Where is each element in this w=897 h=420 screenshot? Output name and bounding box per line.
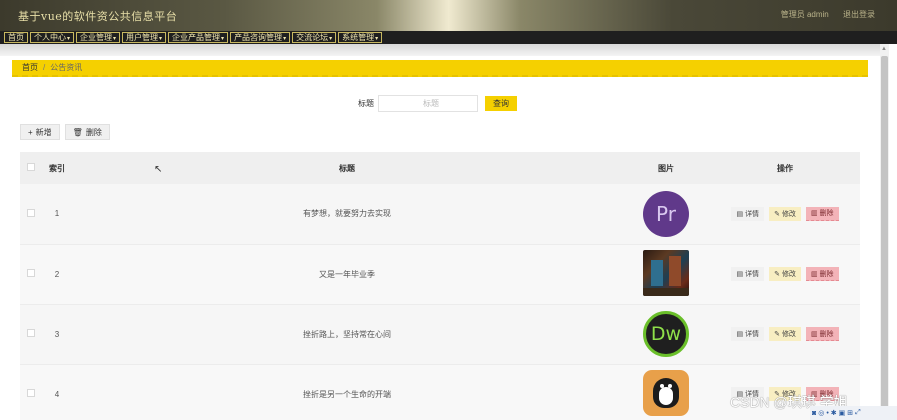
top-nav: 首页 个人中心▾ 企业管理▾ 用户管理▾ 企业产品管理▾ 产品咨询管理▾ 交流论… xyxy=(0,31,897,44)
tray-app-icon[interactable]: ◙ xyxy=(812,410,816,417)
row-index: 2 xyxy=(54,269,60,279)
table-row: 2 又是一年毕业季 ▤ 详情 ✎ 修改 ▥ 删除 xyxy=(20,244,860,304)
detail-button[interactable]: ▤ 详情 xyxy=(731,206,765,221)
doc-icon: ▤ xyxy=(736,331,744,338)
row-checkbox[interactable] xyxy=(27,208,35,217)
search-button[interactable]: 查询 xyxy=(485,96,517,111)
breadcrumb-current: 公告资讯 xyxy=(50,63,83,72)
title-search-input[interactable] xyxy=(378,95,478,112)
detail-button[interactable]: ▤ 详情 xyxy=(731,327,765,341)
action-toolbar: + 新增 🗑 删除 xyxy=(20,124,110,140)
dw-logo-icon: Dw xyxy=(643,311,689,357)
trash-icon: ▥ xyxy=(810,270,818,278)
row-index: 4 xyxy=(54,389,60,399)
site-title: 基于vue的软件资公共信息平台 xyxy=(18,10,178,23)
scrollbar-thumb[interactable] xyxy=(881,56,888,414)
search-row: 标题 查询 xyxy=(0,95,880,113)
edit-button[interactable]: ✎ 修改 xyxy=(769,327,801,341)
row-title: 挫折是另一个生命的开端 xyxy=(303,389,391,399)
chevron-down-icon: ▾ xyxy=(329,36,333,42)
trash-icon: 🗑 xyxy=(72,127,83,137)
pencil-icon: ✎ xyxy=(774,331,780,338)
delete-button[interactable]: ▥ 删除 xyxy=(805,327,839,341)
nav-system-management[interactable]: 系统管理▾ xyxy=(338,32,383,43)
delete-button[interactable]: ▥ 删除 xyxy=(805,267,839,281)
system-tray: ◙ ◎ • ✱ ▣ ⊞ ⤢ xyxy=(810,406,897,420)
row-checkbox[interactable] xyxy=(27,329,35,337)
delete-button[interactable]: ▥ 删除 xyxy=(805,206,839,221)
pencil-icon: ✎ xyxy=(774,271,780,278)
add-button[interactable]: + 新增 xyxy=(20,124,60,140)
batch-delete-button[interactable]: 🗑 删除 xyxy=(64,124,110,140)
chevron-down-icon: ▾ xyxy=(67,36,71,42)
plus-icon: + xyxy=(28,127,33,137)
row-title: 挫折路上，坚持常在心间 xyxy=(303,329,391,339)
header-shadow xyxy=(0,44,880,56)
nav-company-management[interactable]: 企业管理▾ xyxy=(76,32,121,43)
chevron-down-icon: ▾ xyxy=(375,36,379,42)
nav-personal-center[interactable]: 个人中心▾ xyxy=(30,32,75,43)
row-index: 1 xyxy=(54,209,60,219)
column-header-ops: 操作 xyxy=(777,163,793,173)
logout-link[interactable]: 退出登录 xyxy=(843,10,875,19)
nav-forum[interactable]: 交流论坛▾ xyxy=(292,32,337,43)
breadcrumb-separator: / xyxy=(43,63,46,72)
announcement-table: 索引 标题 图片 操作 1 有梦想，就要努力去实现 Pr ▤ 详情 ✎ 修改 ▥ 删除 xyxy=(20,152,860,420)
row-index: 3 xyxy=(54,329,60,339)
column-header-image: 图片 xyxy=(658,163,674,173)
row-title: 又是一年毕业季 xyxy=(319,269,375,279)
trash-icon: ▥ xyxy=(810,210,818,218)
edit-button[interactable]: ✎ 修改 xyxy=(769,206,801,221)
table-header-row: 索引 标题 图片 操作 xyxy=(20,152,860,184)
nav-user-management[interactable]: 用户管理▾ xyxy=(122,32,167,43)
tray-grid-icon[interactable]: ⊞ xyxy=(847,409,853,417)
tray-expand-icon[interactable]: ⤢ xyxy=(855,409,861,417)
pencil-icon: ✎ xyxy=(774,210,780,218)
row-title: 有梦想，就要努力去实现 xyxy=(303,209,391,219)
select-all-checkbox[interactable] xyxy=(27,163,35,171)
title-bar: 基于vue的软件资公共信息平台 管理员 admin 退出登录 xyxy=(0,0,897,31)
nav-consult-management[interactable]: 产品咨询管理▾ xyxy=(230,32,291,43)
chevron-down-icon: ▾ xyxy=(283,36,287,42)
user-area: 管理员 admin 退出登录 xyxy=(769,9,875,20)
mouse-cursor-icon: ↖ xyxy=(154,164,163,175)
table-row: 3 挫折路上，坚持常在心间 Dw ▤ 详情 ✎ 修改 ▥ 删除 xyxy=(20,304,860,364)
page-scrollbar[interactable]: ▲ xyxy=(880,44,889,420)
pr-logo-icon: Pr xyxy=(643,190,689,237)
trash-icon: ▥ xyxy=(810,330,818,338)
tray-clipboard-icon[interactable]: ▣ xyxy=(839,409,846,417)
tray-settings-icon[interactable]: ✱ xyxy=(831,409,837,417)
doc-icon: ▤ xyxy=(736,271,744,278)
edit-button[interactable]: ✎ 修改 xyxy=(769,267,801,281)
chevron-down-icon: ▾ xyxy=(113,36,117,42)
chevron-down-icon: ▾ xyxy=(159,36,163,42)
nav-home[interactable]: 首页 xyxy=(4,32,28,43)
detail-button[interactable]: ▤ 详情 xyxy=(731,267,765,281)
user-role: 管理员 admin xyxy=(780,10,829,19)
search-label: 标题 xyxy=(358,99,374,108)
penguin-logo-icon xyxy=(643,370,689,416)
doc-icon: ▤ xyxy=(736,210,744,218)
nav-product-management[interactable]: 企业产品管理▾ xyxy=(168,32,229,43)
breadcrumb: 首页 / 公告资讯 xyxy=(12,60,868,77)
scroll-up-icon[interactable]: ▲ xyxy=(881,46,887,52)
row-checkbox[interactable] xyxy=(27,269,35,277)
column-header-index: 索引 xyxy=(49,163,65,173)
tray-dot-icon: • xyxy=(826,409,829,417)
chevron-down-icon: ▾ xyxy=(221,36,225,42)
row-checkbox[interactable] xyxy=(27,389,35,397)
table-row: 1 有梦想，就要努力去实现 Pr ▤ 详情 ✎ 修改 ▥ 删除 xyxy=(20,184,860,244)
tray-network-icon[interactable]: ◎ xyxy=(818,409,824,417)
breadcrumb-home[interactable]: 首页 xyxy=(22,62,38,73)
photo-thumbnail xyxy=(643,250,689,296)
